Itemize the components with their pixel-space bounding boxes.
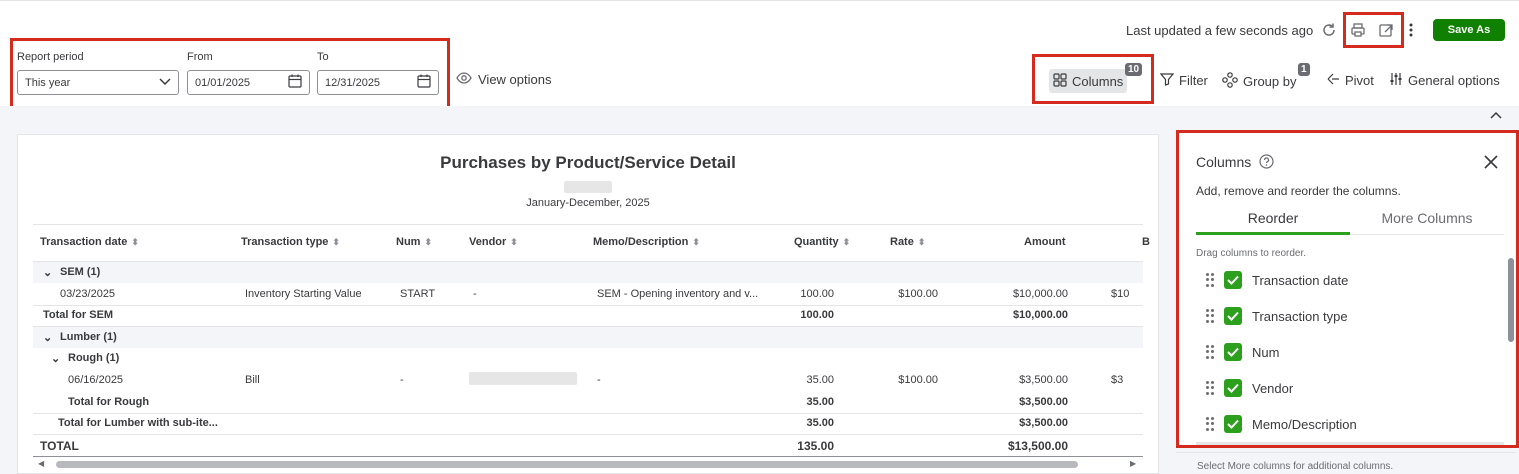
filter-label: Filter	[1179, 73, 1208, 88]
subtotal-row-lumber: Total for Lumber with sub-ite... 35.00 $…	[58, 417, 1068, 429]
sort-icon: ⬍	[692, 236, 700, 247]
horizontal-scrollbar[interactable]: ◀ ▶	[38, 458, 1138, 468]
group-row-sem[interactable]: ⌄ SEM (1)	[33, 262, 1143, 283]
report-period-value: This year	[25, 76, 71, 89]
view-options-button[interactable]: View options	[456, 72, 551, 87]
from-date-input[interactable]: 01/01/2025	[187, 70, 310, 95]
group-row-lumber[interactable]: ⌄ Lumber (1)	[33, 327, 1143, 348]
refresh-icon[interactable]	[1318, 19, 1340, 41]
chevron-down-icon	[159, 77, 171, 89]
report-period-select[interactable]: This year	[17, 70, 179, 95]
general-options-button[interactable]: General options	[1389, 72, 1500, 89]
calendar-icon[interactable]	[417, 74, 431, 91]
pivot-label: Pivot	[1345, 73, 1374, 88]
col-header-truncated: B	[1142, 236, 1150, 248]
scroll-left-icon: ◀	[38, 459, 45, 468]
last-updated-text: Last updated a few seconds ago	[1126, 23, 1314, 38]
scrollbar-thumb[interactable]	[56, 461, 1078, 468]
col-header-rate[interactable]: Rate ⬍	[890, 236, 925, 248]
total-row-sem: Total for SEM 100.00 $10,000.00	[43, 309, 1068, 321]
company-name-redacted	[564, 181, 612, 193]
report-period-label: Report period	[17, 51, 84, 63]
sort-icon: ⬍	[917, 236, 926, 247]
grand-total-row: TOTAL 135.00 $13,500.00	[40, 439, 1068, 453]
columns-panel-highlight	[1176, 130, 1519, 448]
group-by-label: Group by	[1243, 74, 1297, 89]
group-by-count-badge: 1	[1298, 63, 1310, 76]
pivot-icon	[1326, 72, 1340, 89]
col-header-memo[interactable]: Memo/Description ⬍	[593, 236, 700, 248]
sort-icon: ⬍	[510, 236, 518, 247]
columns-label: Columns	[1072, 73, 1124, 89]
to-date-input[interactable]: 12/31/2025	[317, 70, 439, 95]
table-row: 06/16/2025 Bill - - 35.00 $100.00 $3,500…	[68, 372, 1124, 386]
col-header-num[interactable]: Num ⬍	[396, 236, 432, 248]
from-date-value: 01/01/2025	[195, 76, 251, 89]
subtotal-row-rough: Total for Rough 35.00 $3,500.00	[68, 396, 1068, 408]
col-header-quantity[interactable]: Quantity ⬍	[794, 236, 850, 248]
report-title: Purchases by Product/Service Detail	[440, 153, 736, 172]
print-icon[interactable]	[1347, 19, 1369, 41]
col-header-amount[interactable]: Amount	[1024, 236, 1066, 248]
subgroup-row-rough[interactable]: ⌄ Rough (1)	[33, 348, 1143, 369]
group-by-button[interactable]: Group by	[1222, 72, 1296, 91]
sort-icon: ⬍	[424, 236, 432, 247]
table-row: 03/23/2025 Inventory Starting Value STAR…	[60, 288, 1130, 300]
sort-icon: ⬍	[842, 236, 851, 247]
scroll-right-icon: ▶	[1130, 459, 1137, 468]
col-header-vendor[interactable]: Vendor ⬍	[469, 236, 518, 248]
calendar-icon[interactable]	[288, 74, 302, 91]
group-by-icon	[1222, 72, 1238, 91]
grid-icon	[1053, 72, 1067, 90]
chevron-up-icon[interactable]	[1490, 108, 1502, 122]
to-date-value: 12/31/2025	[325, 76, 381, 89]
col-header-transaction-type[interactable]: Transaction type ⬍	[241, 236, 340, 248]
save-as-button[interactable]: Save As	[1433, 19, 1505, 41]
top-divider	[0, 0, 1519, 1]
chevron-down-icon[interactable]: ⌄	[43, 266, 52, 279]
sort-icon: ⬍	[332, 236, 340, 247]
columns-button[interactable]: Columns	[1049, 69, 1128, 93]
chevron-down-icon[interactable]: ⌄	[51, 352, 60, 365]
view-options-label: View options	[478, 72, 552, 87]
chevron-down-icon[interactable]: ⌄	[43, 331, 52, 344]
report-date-range: January-December, 2025	[526, 197, 650, 209]
general-options-label: General options	[1408, 73, 1500, 88]
filter-icon	[1159, 72, 1175, 89]
from-label: From	[187, 51, 213, 63]
report-card: Purchases by Product/Service Detail Janu…	[17, 134, 1159, 474]
more-icon[interactable]	[1404, 19, 1418, 41]
filter-button[interactable]: Filter	[1159, 72, 1208, 89]
eye-icon	[456, 72, 472, 87]
sort-icon: ⬍	[131, 236, 139, 247]
pivot-button[interactable]: Pivot	[1326, 72, 1374, 89]
sliders-icon	[1389, 72, 1403, 89]
header-top-line	[33, 224, 1143, 225]
columns-panel-footer: Select More columns for additional colum…	[1197, 461, 1394, 472]
to-label: To	[317, 51, 329, 63]
columns-count-badge: 10	[1125, 63, 1143, 76]
col-header-transaction-date[interactable]: Transaction date ⬍	[40, 236, 139, 248]
vendor-redacted	[469, 372, 577, 385]
export-icon[interactable]	[1375, 19, 1397, 41]
